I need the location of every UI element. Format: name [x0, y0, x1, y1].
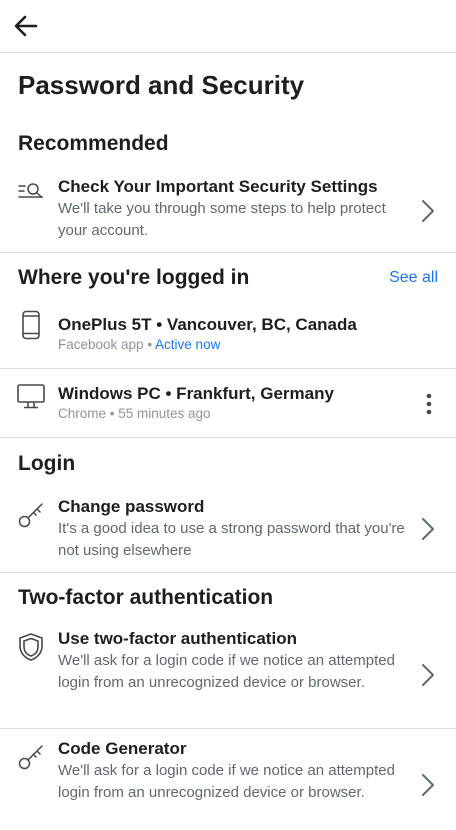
- change-password-row[interactable]: Change password It's a good idea to use …: [0, 492, 456, 572]
- check-security-settings-subtitle: We'll take you through some steps to hel…: [58, 200, 386, 239]
- use-two-factor-row[interactable]: Use two-factor authentication We'll ask …: [0, 626, 456, 728]
- device-row-oneplus[interactable]: OnePlus 5T • Vancouver, BC, Canada Faceb…: [0, 306, 456, 368]
- meta-separator: •: [106, 406, 119, 421]
- recommended-heading: Recommended: [18, 132, 169, 155]
- logged-in-heading: Where you're logged in: [18, 266, 250, 289]
- device-title: Windows PC • Frankfurt, Germany: [58, 384, 334, 403]
- divider: [0, 252, 456, 253]
- device-status: Active now: [155, 337, 221, 352]
- chevron-right-icon: [422, 518, 434, 540]
- search-list-icon: [18, 183, 43, 199]
- device-title: OnePlus 5T • Vancouver, BC, Canada: [58, 315, 357, 334]
- change-password-subtitle: It's a good idea to use a strong passwor…: [58, 520, 405, 559]
- login-heading: Login: [18, 452, 76, 475]
- change-password-title: Change password: [58, 497, 205, 516]
- code-generator-row[interactable]: Code Generator We'll ask for a login cod…: [0, 736, 456, 830]
- phone-icon: [22, 310, 40, 340]
- desktop-icon: [17, 384, 45, 409]
- device-app: Chrome: [58, 406, 107, 421]
- device-status: 55 minutes ago: [118, 406, 211, 421]
- meta-separator: •: [143, 337, 156, 352]
- see-all-link[interactable]: See all: [389, 269, 438, 287]
- key-icon: [18, 745, 43, 770]
- check-security-settings-row[interactable]: Check Your Important Security Settings W…: [0, 172, 456, 252]
- divider: [0, 572, 456, 573]
- two-factor-subtitle: We'll ask for a login code if we notice …: [58, 652, 395, 691]
- key-icon: [18, 503, 43, 528]
- top-bar: [0, 0, 456, 53]
- device-meta: Chrome • 55 minutes ago: [58, 405, 408, 423]
- arrow-left-icon[interactable]: [10, 10, 42, 42]
- chevron-right-icon: [422, 200, 434, 222]
- chevron-right-icon: [422, 774, 434, 796]
- two-factor-heading: Two-factor authentication: [18, 586, 274, 609]
- shield-icon: [19, 633, 43, 661]
- more-options-icon[interactable]: [426, 393, 432, 415]
- code-generator-title: Code Generator: [58, 739, 187, 758]
- device-app: Facebook app: [58, 337, 144, 352]
- page-title: Password and Security: [18, 70, 305, 100]
- divider: [0, 437, 456, 438]
- check-security-settings-title: Check Your Important Security Settings: [58, 177, 378, 196]
- device-meta: Facebook app • Active now: [58, 336, 408, 354]
- code-generator-subtitle: We'll ask for a login code if we notice …: [58, 762, 395, 801]
- chevron-right-icon: [422, 664, 434, 686]
- two-factor-title: Use two-factor authentication: [58, 629, 297, 648]
- divider: [0, 728, 456, 729]
- device-row-windows[interactable]: Windows PC • Frankfurt, Germany Chrome •…: [0, 369, 456, 437]
